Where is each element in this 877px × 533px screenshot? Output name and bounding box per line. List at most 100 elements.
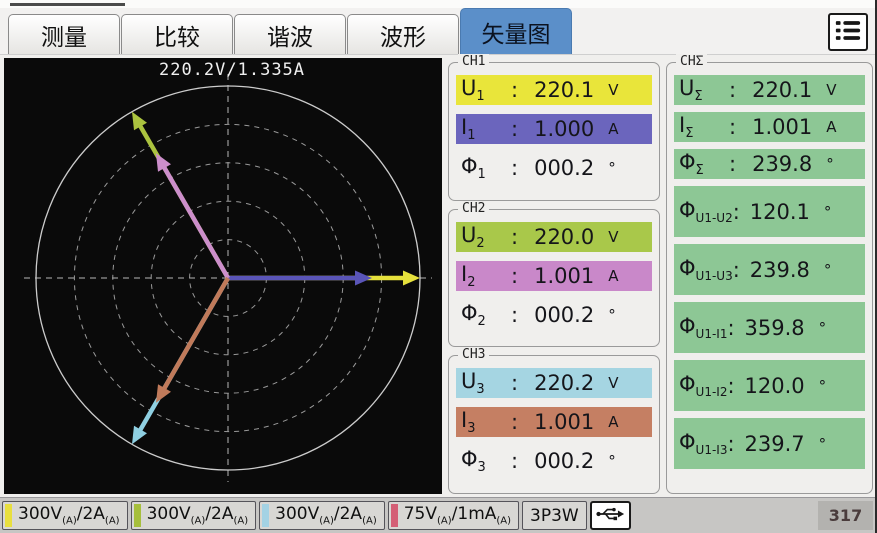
page-code: 317 [818, 501, 873, 530]
ch1-range-badge[interactable]: 300V(A)/2A(A) [2, 501, 128, 530]
sum-panel-label: CHΣ [676, 54, 707, 69]
ch3-panel-label: CH3 [458, 347, 489, 362]
ch3-voltage-label: U3 [461, 369, 511, 397]
colon: : [727, 316, 734, 340]
menu-button[interactable] [828, 13, 868, 51]
colon: : [511, 371, 518, 395]
tab-measure[interactable]: 测量 [8, 14, 120, 54]
ch2-current-value: 1.001 [534, 264, 594, 288]
top-strip [0, 0, 875, 8]
wiring-mode-badge[interactable]: 3P3W [522, 501, 587, 530]
ch2-phase-label: Φ2 [461, 301, 511, 329]
colon: : [511, 117, 518, 141]
phase-u1-i2-row: ΦU1-I2 : 120.0 ° [674, 360, 865, 411]
phase-u1-i3-label: ΦU1-I3 [679, 430, 727, 457]
ch3-phase-row: Φ3 : 000.2 ° [456, 446, 652, 476]
ch1-panel: CH1 U1 : 220.1 V I1 : 1.000 A Φ1 : 000.2 [448, 62, 660, 201]
colon: : [729, 115, 736, 139]
usb-icon [595, 506, 625, 526]
ch1-voltage-value: 220.1 [534, 78, 594, 102]
phase-u1-i2-label: ΦU1-I2 [679, 372, 727, 399]
ch3-voltage-unit: V [608, 374, 618, 392]
phase-u1-u2-row: ΦU1-U2 : 120.1 ° [674, 186, 865, 237]
sum-column: CHΣ UΣ : 220.1 V IΣ : 1.001 A ΦΣ : 239.8 [666, 58, 873, 494]
phase-u1-u3-label: ΦU1-U3 [679, 256, 733, 283]
ch2-range-badge[interactable]: 300V(A)/2A(A) [131, 501, 257, 530]
ch3-phase-label: Φ3 [461, 447, 511, 475]
ch3-voltage-row: U3 : 220.2 V [456, 368, 652, 398]
sum-phase-row: ΦΣ : 239.8 ° [674, 149, 865, 179]
tab-vector-diagram-label: 矢量图 [482, 15, 551, 49]
menu-list-icon [834, 18, 862, 47]
colon: : [729, 78, 736, 102]
ch1-phase-value: 000.2 [534, 156, 594, 180]
tab-harmonics[interactable]: 谐波 [234, 14, 346, 54]
ch4-range-badge[interactable]: 75V(A)/1mA(A) [388, 501, 519, 530]
ch1-current-unit: A [608, 120, 618, 138]
plot-scale-label: 220.2V/1.335A [159, 60, 305, 80]
page-code-text: 317 [829, 506, 862, 525]
ch3-range-badge[interactable]: 300V(A)/2A(A) [259, 501, 385, 530]
phase-u1-u2-value: 120.1 [750, 200, 810, 224]
ch3-panel: CH3 U3 : 220.2 V I3 : 1.001 A Φ3 : 000.2 [448, 355, 660, 494]
ch3-current-row: I3 : 1.001 A [456, 407, 652, 437]
ch2-voltage-label: U2 [461, 223, 511, 251]
ch2-voltage-row: U2 : 220.0 V [456, 222, 652, 252]
vector-i2 [156, 153, 228, 278]
ch1-phase-row: Φ1 : 000.2 ° [456, 153, 652, 183]
ch1-color-swatch [5, 504, 12, 527]
sum-panel: CHΣ UΣ : 220.1 V IΣ : 1.001 A ΦΣ : 239.8 [666, 62, 873, 494]
ch2-color-swatch [134, 504, 141, 527]
tab-bar: 测量 比较 谐波 波形 矢量图 [0, 8, 875, 55]
instrument-screen: 测量 比较 谐波 波形 矢量图 220.2V/1.335A CH1 U1 [0, 0, 877, 533]
tab-compare-label: 比较 [154, 18, 200, 52]
ch1-voltage-row: U1 : 220.1 V [456, 75, 652, 105]
vector-i3 [156, 278, 228, 403]
ch1-range-text: 300V(A)/2A(A) [18, 504, 120, 526]
vector-i1 [228, 271, 372, 286]
usb-status-badge [590, 501, 631, 530]
sum-voltage-row: UΣ : 220.1 V [674, 75, 865, 105]
colon: : [511, 449, 518, 473]
channel-column: CH1 U1 : 220.1 V I1 : 1.000 A Φ1 : 000.2 [448, 58, 660, 494]
ch2-voltage-unit: V [608, 228, 618, 246]
tab-vector-diagram[interactable]: 矢量图 [460, 8, 572, 54]
tab-compare[interactable]: 比较 [121, 14, 233, 54]
ch2-phase-unit: ° [608, 306, 616, 324]
ch2-panel-label: CH2 [458, 201, 489, 216]
tab-waveform-label: 波形 [380, 18, 426, 52]
phase-u1-u3-value: 239.8 [750, 258, 810, 282]
ch2-range-text: 300V(A)/2A(A) [147, 504, 249, 526]
phase-u1-u3-unit: ° [824, 261, 832, 279]
ch1-voltage-label: U1 [461, 76, 511, 104]
sum-voltage-unit: V [826, 81, 836, 99]
phase-u1-i3-row: ΦU1-I3 : 239.7 ° [674, 418, 865, 469]
colon: : [733, 200, 740, 224]
sum-current-row: IΣ : 1.001 A [674, 112, 865, 142]
colon: : [511, 225, 518, 249]
ch2-panel: CH2 U2 : 220.0 V I2 : 1.001 A Φ2 : 000.2 [448, 209, 660, 348]
phase-u1-i2-value: 120.0 [745, 374, 805, 398]
sum-voltage-value: 220.1 [752, 78, 812, 102]
ch2-current-label: I2 [461, 262, 511, 290]
ch1-current-label: I1 [461, 115, 511, 143]
phase-u1-i2-unit: ° [819, 377, 827, 395]
ch2-phase-value: 000.2 [534, 303, 594, 327]
ch1-phase-unit: ° [608, 159, 616, 177]
colon: : [511, 78, 518, 102]
ch1-phase-label: Φ1 [461, 154, 511, 182]
tab-measure-label: 测量 [41, 18, 87, 52]
phase-u1-u2-label: ΦU1-U2 [679, 198, 733, 225]
sum-current-label: IΣ [679, 113, 729, 141]
phase-u1-i1-row: ΦU1-I1 : 359.8 ° [674, 302, 865, 353]
tab-waveform[interactable]: 波形 [347, 14, 459, 54]
ch1-current-row: I1 : 1.000 A [456, 114, 652, 144]
ch3-voltage-value: 220.2 [534, 371, 594, 395]
colon: : [729, 152, 736, 176]
colon: : [511, 303, 518, 327]
ch3-range-text: 300V(A)/2A(A) [275, 504, 377, 526]
sum-phase-value: 239.8 [752, 152, 812, 176]
ch3-phase-unit: ° [608, 452, 616, 470]
phase-u1-i3-unit: ° [819, 435, 827, 453]
phase-u1-i1-value: 359.8 [745, 316, 805, 340]
